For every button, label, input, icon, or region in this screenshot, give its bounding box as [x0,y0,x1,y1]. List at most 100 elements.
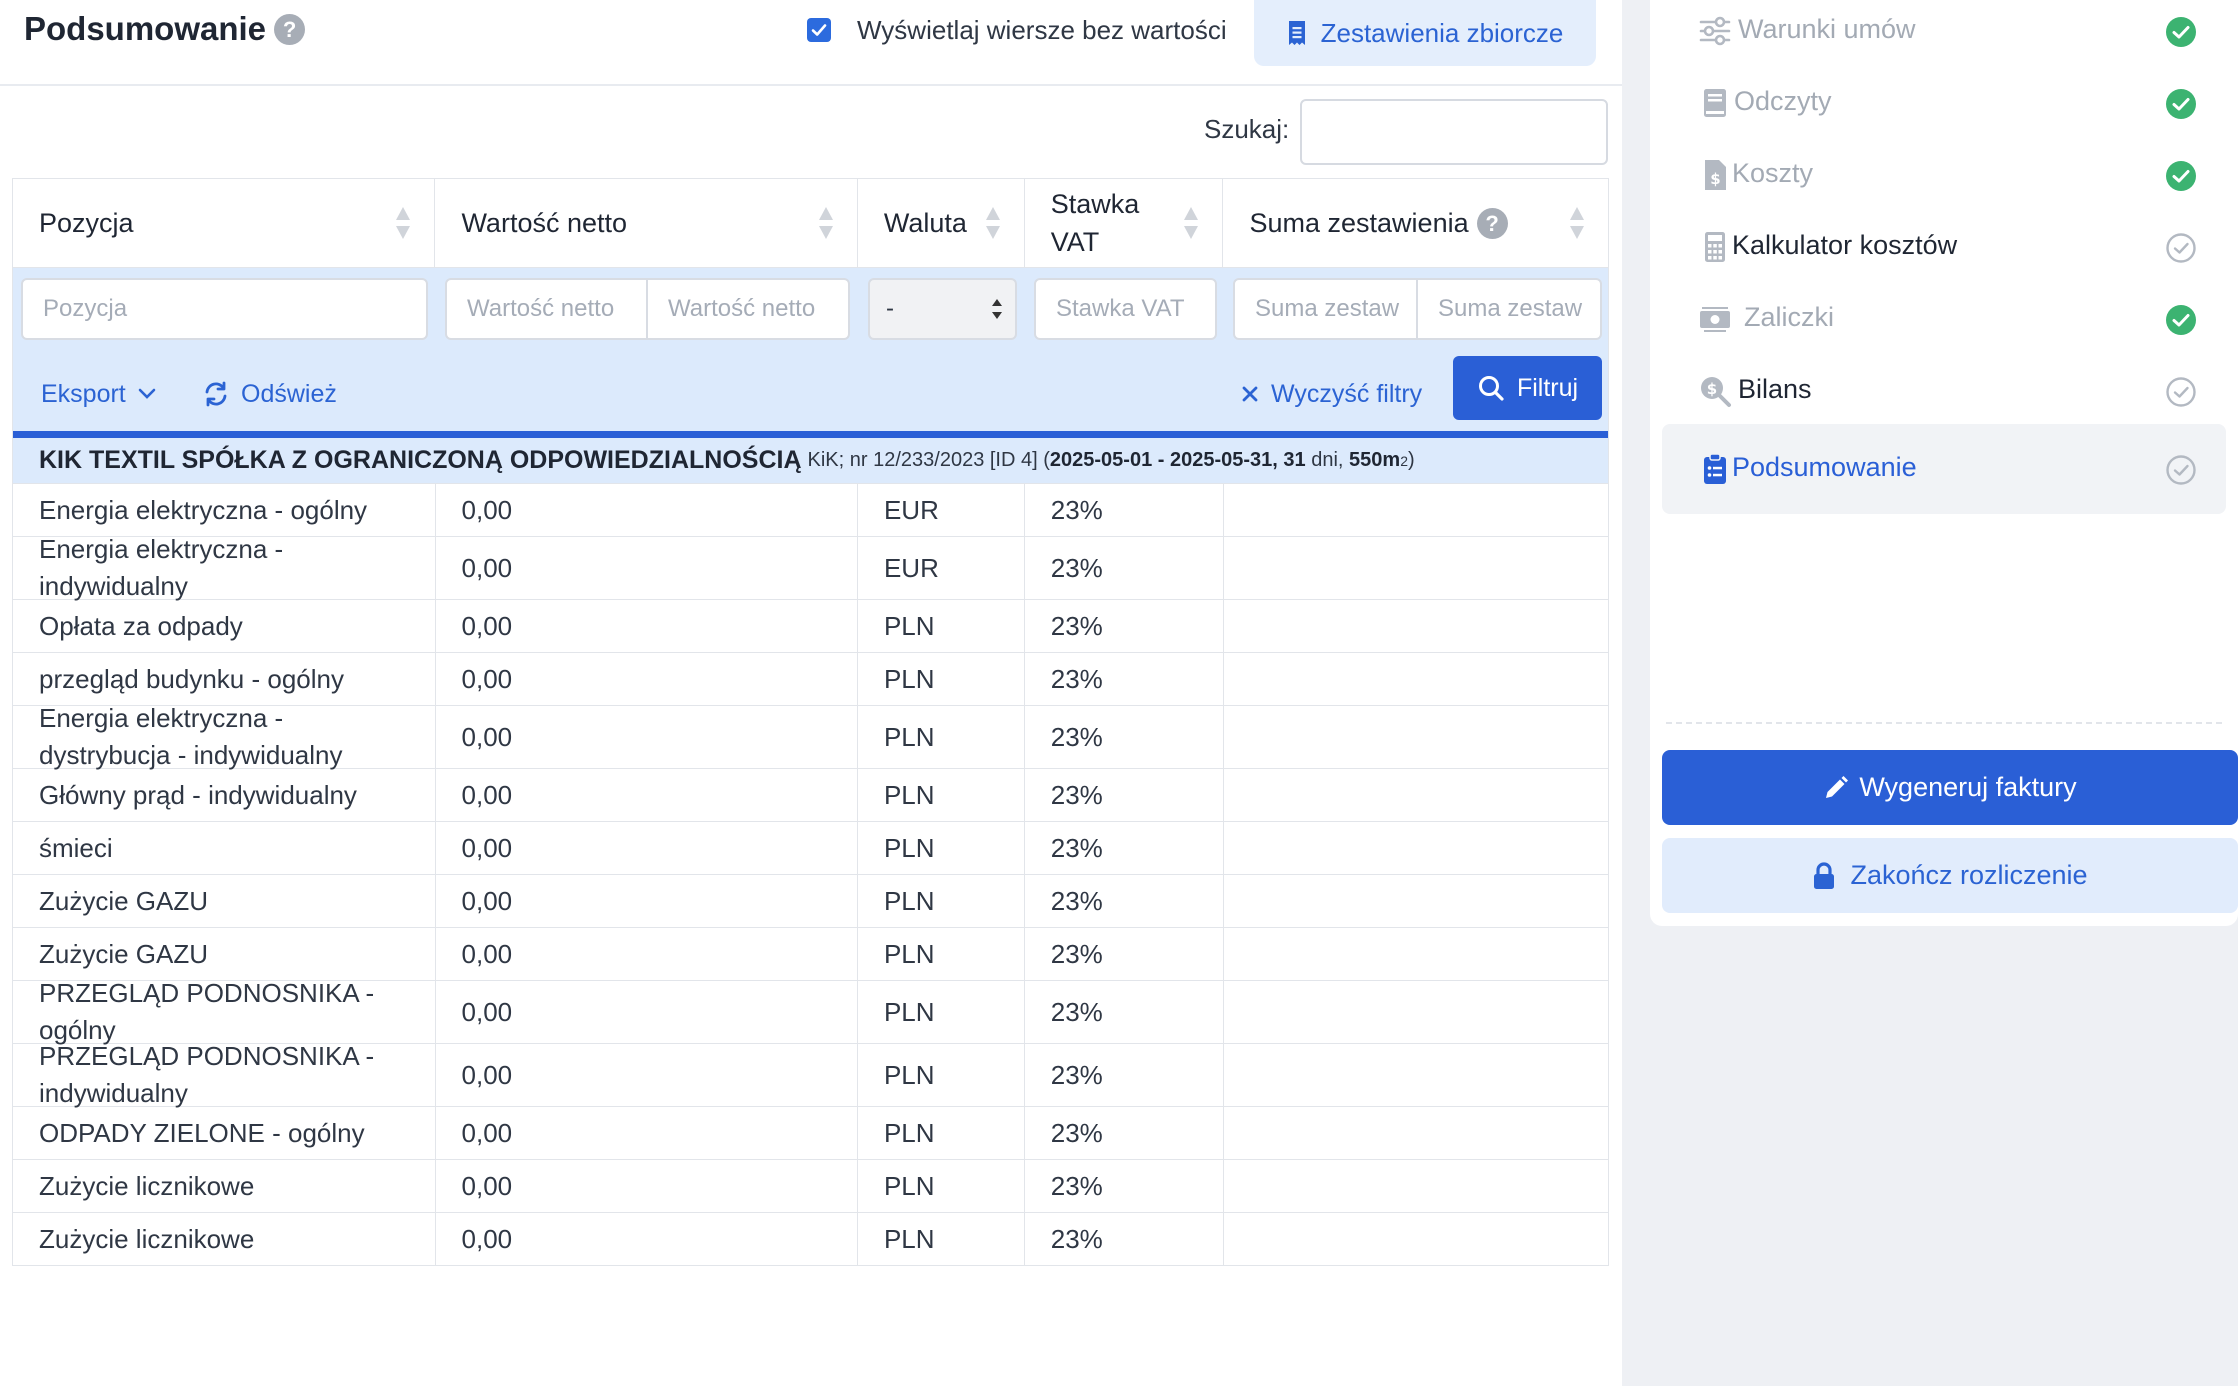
check-circle-icon [2166,305,2196,335]
filter-suma-to-input[interactable]: Suma zestaw [1418,278,1602,340]
check-circle-icon [2166,17,2196,47]
column-label: Wartość netto [461,208,628,238]
cell-suma-zestawienia [1224,928,1608,980]
finish-settlement-label: Zakończ rozliczenie [1850,860,2088,890]
cell-suma-zestawienia [1224,653,1608,705]
cell-pozycja: Główny prąd - indywidualny [13,769,436,821]
filter-suma-from-input[interactable]: Suma zestaw [1233,278,1418,340]
paren-close: ) [1407,449,1415,471]
cell-wartosc-netto: 0,00 [436,1107,858,1159]
cell-waluta: PLN [858,1160,1025,1212]
export-dropdown[interactable]: Eksport [41,374,156,414]
cell-wartosc-netto: 0,00 [436,1044,858,1106]
step-label: Koszty [1732,158,1814,188]
cell-stawka-vat: 23% [1025,1160,1224,1212]
table-row: PRZEGLĄD PODNOSNIKA - ogólny 0,00 PLN 23% [13,978,1608,1045]
cell-stawka-vat: 23% [1025,600,1224,652]
filter-vat-input[interactable]: Stawka VAT [1034,278,1217,340]
column-label: Waluta [883,208,967,238]
cell-pozycja: Opłata za odpady [13,600,436,652]
finish-settlement-button[interactable]: Zakończ rozliczenie [1662,838,2238,913]
cell-pozycja: Energia elektryczna - dystrybucja - indy… [13,703,436,770]
cell-waluta: EUR [858,537,1025,599]
check-circle-icon [2166,89,2196,119]
table-row: Zużycie GAZU 0,00 PLN 23% [13,875,1608,928]
search-label: Szukaj: [1204,114,1290,144]
summary-table: Pozycja Wartość netto Waluta Stawka VAT … [12,178,1609,1266]
column-label: Stawka VAT [1050,189,1140,257]
filter-netto-from-input[interactable]: Wartość netto [445,278,648,340]
cell-waluta: EUR [858,484,1025,536]
cell-waluta: PLN [858,1213,1025,1265]
cell-pozycja: śmieci [13,822,436,874]
table-toolbar: Eksport Odśwież Wyczyść filtry Filtruj [13,356,1608,438]
table-row: Energia elektryczna - dystrybucja - indy… [13,703,1608,770]
cell-wartosc-netto: 0,00 [436,875,858,927]
filter-netto-to-input[interactable]: Wartość netto [648,278,850,340]
check-circle-outline-icon [2166,233,2196,263]
cell-suma-zestawienia [1224,537,1608,599]
cell-wartosc-netto: 0,00 [436,981,858,1043]
step-label: Bilans [1738,374,1812,404]
clear-filters-button[interactable]: Wyczyść filtry [1241,374,1422,414]
contract-period: 2025-05-01 - 2025-05-31, 31 [1049,449,1306,471]
sort-icon [1184,207,1199,239]
cell-pozycja: Zużycie licznikowe [13,1213,436,1265]
check-circle-icon [2166,161,2196,191]
cell-stawka-vat: 23% [1025,653,1224,705]
filter-waluta-select[interactable]: - [868,278,1017,340]
show-empty-rows-label: Wyświetlaj wiersze bez wartości [857,14,1227,45]
step-label: Podsumowanie [1732,452,1917,482]
cell-stawka-vat: 23% [1025,484,1224,536]
invoice-dollar-icon: $ [1705,160,1726,190]
cell-waluta: PLN [858,653,1025,705]
cell-stawka-vat: 23% [1025,1213,1224,1265]
show-empty-rows-checkbox[interactable] [807,18,831,42]
step-label: Kalkulator kosztów [1732,230,1958,260]
help-icon[interactable]: ? [1476,207,1508,239]
book-icon [1704,89,1726,117]
column-label: Suma zestawienia [1249,208,1469,238]
cell-waluta: PLN [858,822,1025,874]
cell-pozycja: PRZEGLĄD PODNOSNIKA - indywidualny [13,1041,436,1108]
column-header-suma-zestawienia[interactable]: Suma zestawienia? [1223,179,1608,267]
generate-invoices-button[interactable]: Wygeneruj faktury [1662,750,2238,825]
filter-waluta-value: - [886,295,894,322]
column-header-pozycja[interactable]: Pozycja [13,179,436,267]
column-header-waluta[interactable]: Waluta [858,179,1025,267]
table-row: Główny prąd - indywidualny 0,00 PLN 23% [13,769,1608,822]
refresh-button[interactable]: Odśwież [203,374,337,414]
help-icon[interactable]: ? [274,13,306,45]
page-title-text: Podsumowanie [24,10,267,47]
check-circle-outline-icon [2166,455,2196,485]
cell-waluta: PLN [858,981,1025,1043]
summary-reports-button[interactable]: Zestawienia zbiorcze [1254,0,1596,66]
area-unit-exponent: 2 [1400,452,1408,469]
filter-pozycja-input[interactable]: Pozycja [21,278,428,340]
table-row: PRZEGLĄD PODNOSNIKA - indywidualny 0,00 PL… [13,1041,1608,1108]
lock-icon [1814,861,1835,889]
cell-waluta: PLN [858,706,1025,768]
show-empty-rows-toggle[interactable]: Wyświetlaj wiersze bez wartości [807,12,1227,48]
money-bills-icon [1700,307,1730,332]
generate-invoices-label: Wygeneruj faktury [1859,772,2077,802]
cell-pozycja: przegląd budynku - ogólny [13,653,436,705]
cell-wartosc-netto: 0,00 [436,537,858,599]
calculator-icon [1705,232,1725,262]
refresh-label: Odśwież [241,379,337,408]
cell-pozycja: Energia elektryczna - indywidualny [13,534,436,601]
cell-wartosc-netto: 0,00 [436,1213,858,1265]
search-input[interactable] [1300,99,1608,165]
close-icon [1242,386,1258,402]
summary-reports-label: Zestawienia zbiorcze [1320,17,1564,48]
cell-suma-zestawienia [1224,981,1608,1043]
sort-icon [396,207,411,239]
column-header-wartosc-netto[interactable]: Wartość netto [435,179,858,267]
filter-button[interactable]: Filtruj [1453,356,1602,420]
table-header: Pozycja Wartość netto Waluta Stawka VAT … [13,178,1608,268]
step-podsumowanie[interactable]: Podsumowanie [1662,424,2226,514]
column-header-stawka-vat[interactable]: Stawka VAT [1025,179,1224,267]
cell-suma-zestawienia [1224,875,1608,927]
clear-filters-label: Wyczyść filtry [1271,379,1423,408]
step-bilans[interactable]: $ Bilans [1662,346,2226,436]
